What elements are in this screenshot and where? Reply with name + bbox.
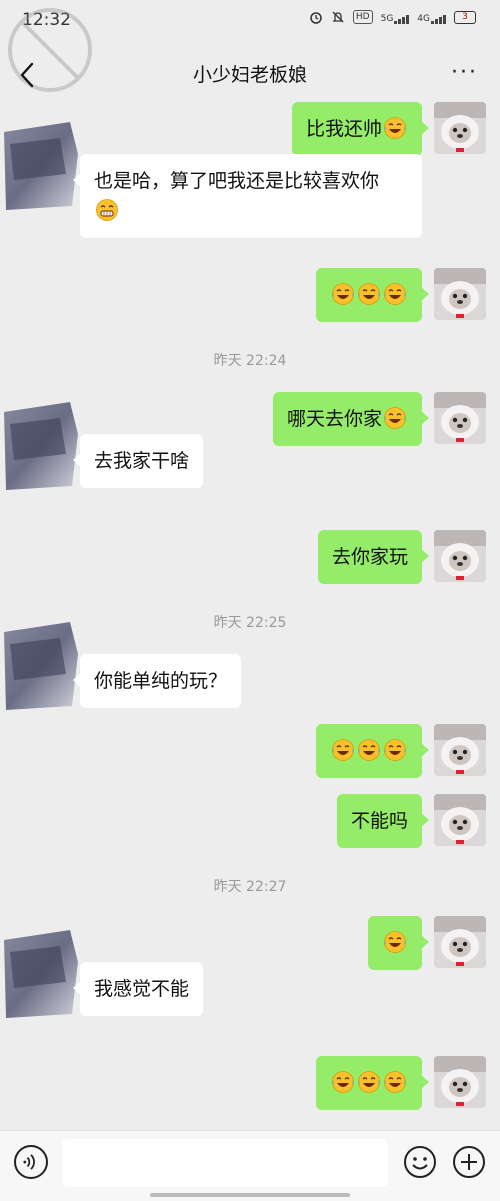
contact-avatar[interactable] bbox=[0, 114, 80, 214]
more-dots-icon[interactable]: ··· bbox=[451, 60, 478, 85]
my-avatar[interactable] bbox=[434, 1056, 486, 1108]
message-text: 比我还帅 bbox=[305, 118, 382, 140]
contact-avatar[interactable] bbox=[0, 394, 80, 494]
message-text: 你能单纯的玩？ bbox=[94, 670, 228, 692]
contact-avatar[interactable] bbox=[0, 394, 80, 494]
my-avatar[interactable] bbox=[434, 916, 486, 968]
emoji-group bbox=[382, 931, 408, 954]
grin-emoji bbox=[96, 199, 118, 221]
voice-icon[interactable] bbox=[14, 1145, 48, 1179]
tears-of-joy-emoji bbox=[332, 1071, 354, 1093]
my-avatar[interactable] bbox=[434, 794, 486, 846]
timestamp: 昨天 22:27 bbox=[213, 879, 287, 895]
emoji-group bbox=[330, 1071, 408, 1094]
message-text: 哪天去你家 bbox=[286, 408, 382, 430]
message-bubble[interactable]: 你能单纯的玩？ bbox=[72, 654, 242, 708]
message-bubble[interactable] bbox=[316, 268, 429, 322]
tears-of-joy-emoji bbox=[332, 739, 354, 761]
mute-icon bbox=[332, 11, 344, 23]
my-avatar[interactable] bbox=[434, 102, 486, 154]
message-text: 也是哈，算了吧我还是比较喜欢你 bbox=[94, 170, 380, 192]
message-bubble[interactable]: 去我家干啥 bbox=[72, 434, 204, 488]
message-text: 去我家干啥 bbox=[94, 450, 190, 472]
my-avatar[interactable] bbox=[434, 268, 486, 320]
message-bubble[interactable]: 不能吗 bbox=[336, 794, 430, 848]
contact-avatar[interactable] bbox=[0, 614, 80, 714]
contact-avatar[interactable] bbox=[0, 922, 80, 1022]
message-bubble[interactable]: 去你家玩 bbox=[317, 530, 430, 584]
message-bubble[interactable]: 也是哈，算了吧我还是比较喜欢你 bbox=[73, 154, 422, 238]
my-avatar[interactable] bbox=[434, 392, 486, 444]
hd-badge: HD bbox=[352, 10, 373, 24]
message-bubble[interactable] bbox=[316, 724, 429, 778]
emoji-group bbox=[94, 199, 120, 222]
my-avatar[interactable] bbox=[434, 794, 486, 846]
my-avatar[interactable] bbox=[434, 724, 486, 776]
tears-of-joy-emoji bbox=[358, 739, 380, 761]
emoji-icon[interactable] bbox=[403, 1145, 437, 1179]
contact-avatar[interactable] bbox=[0, 614, 80, 714]
my-avatar[interactable] bbox=[434, 102, 486, 154]
tears-of-joy-emoji bbox=[358, 283, 380, 305]
emoji-group bbox=[330, 739, 408, 762]
emoji-group bbox=[382, 407, 408, 430]
my-avatar[interactable] bbox=[434, 268, 486, 320]
tears-of-joy-emoji bbox=[384, 931, 406, 953]
contact-avatar[interactable] bbox=[0, 922, 80, 1022]
alarm-icon bbox=[310, 12, 322, 24]
message-text: 不能吗 bbox=[350, 810, 408, 832]
my-avatar[interactable] bbox=[434, 1056, 486, 1108]
timestamp: 昨天 22:24 bbox=[213, 353, 287, 369]
my-avatar[interactable] bbox=[434, 530, 486, 582]
tears-of-joy-emoji bbox=[332, 283, 354, 305]
home-indicator bbox=[150, 1193, 350, 1197]
tears-of-joy-emoji bbox=[384, 117, 406, 139]
contact-avatar[interactable] bbox=[0, 114, 80, 214]
message-text: 我感觉不能 bbox=[94, 978, 190, 1000]
nav-bar: 小少妇老板娘 ··· bbox=[0, 48, 500, 104]
input-bar bbox=[0, 1130, 500, 1201]
message-bubble[interactable]: 哪天去你家 bbox=[272, 392, 430, 446]
message-bubble[interactable]: 比我还帅 bbox=[291, 102, 430, 156]
message-text: 去你家玩 bbox=[331, 546, 408, 568]
message-bubble[interactable]: 我感觉不能 bbox=[72, 962, 204, 1016]
message-input[interactable] bbox=[62, 1139, 388, 1187]
status-icons: HD 5G 4G 3 bbox=[309, 10, 476, 24]
my-avatar[interactable] bbox=[434, 392, 486, 444]
tears-of-joy-emoji bbox=[384, 1071, 406, 1093]
signal-4g: 4G bbox=[417, 11, 446, 24]
chat-title: 小少妇老板娘 bbox=[192, 64, 307, 86]
tears-of-joy-emoji bbox=[384, 283, 406, 305]
my-avatar[interactable] bbox=[434, 724, 486, 776]
tears-of-joy-emoji bbox=[384, 407, 406, 429]
emoji-group bbox=[330, 283, 408, 306]
battery-icon: 3 bbox=[454, 10, 476, 24]
my-avatar[interactable] bbox=[434, 530, 486, 582]
my-avatar[interactable] bbox=[434, 916, 486, 968]
emoji-group bbox=[382, 117, 408, 140]
chat-area[interactable]: 比我还帅也是哈，算了吧我还是比较喜欢你昨天 22:24 哪天去你家去我家干啥去你家… bbox=[0, 102, 500, 1132]
message-bubble[interactable] bbox=[316, 1056, 429, 1110]
signal-5g: 5G bbox=[381, 11, 410, 24]
tears-of-joy-emoji bbox=[358, 1071, 380, 1093]
plus-icon[interactable] bbox=[452, 1145, 486, 1179]
message-bubble[interactable] bbox=[368, 916, 429, 970]
tears-of-joy-emoji bbox=[384, 739, 406, 761]
